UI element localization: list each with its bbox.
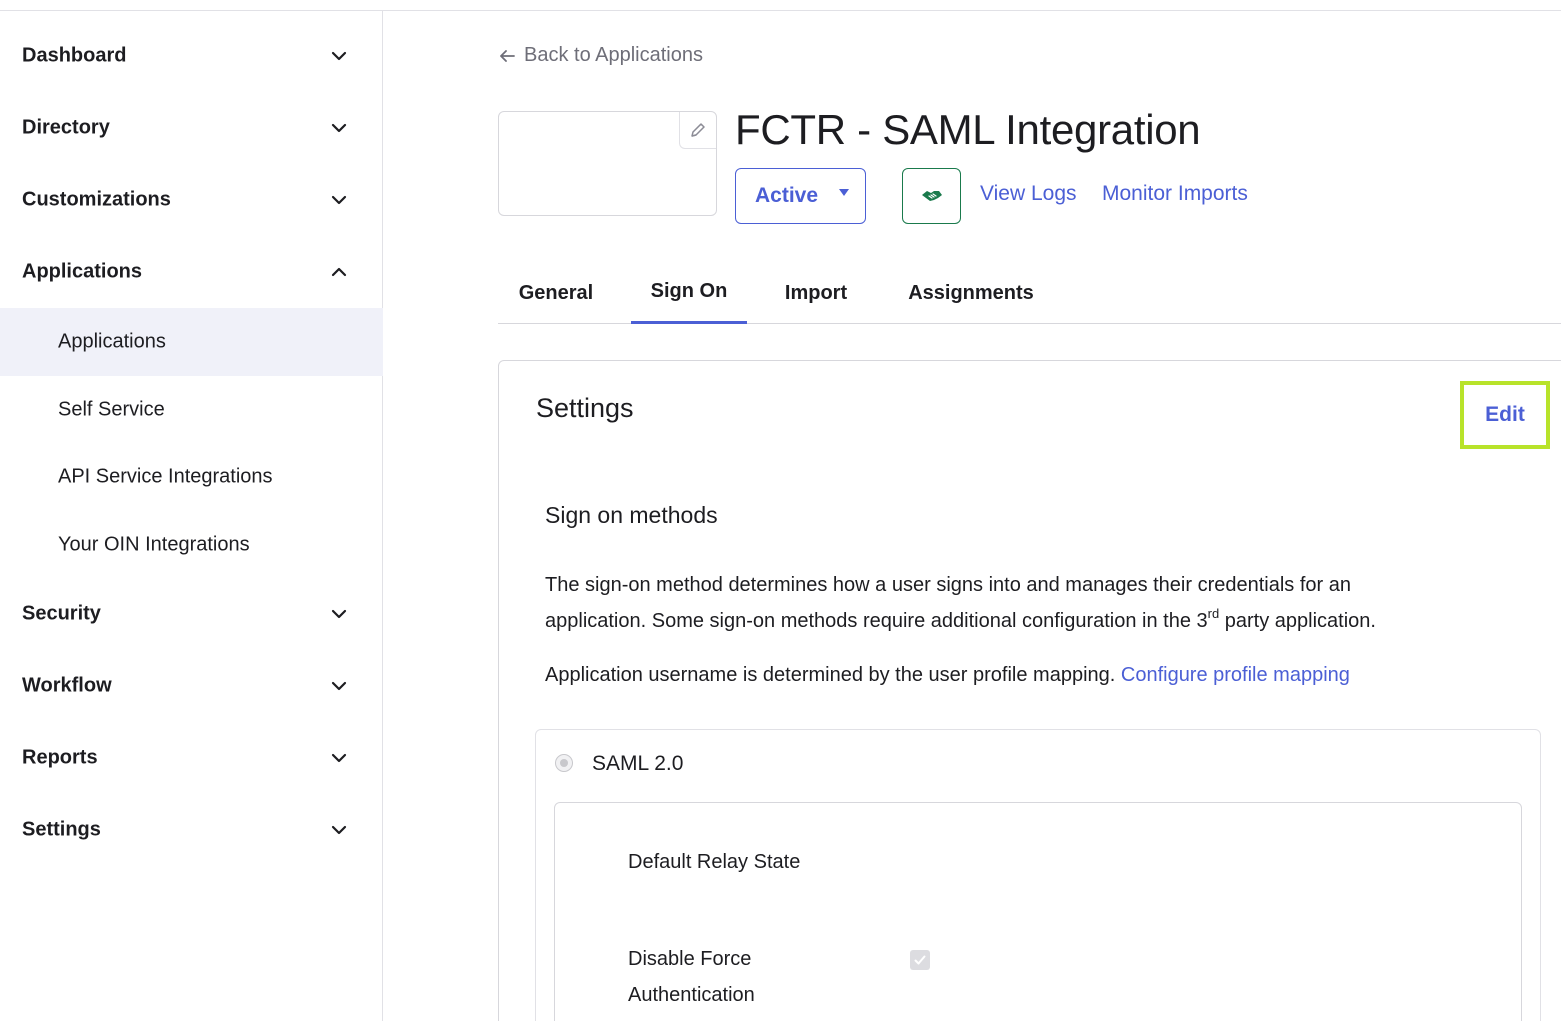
- view-logs-link[interactable]: View Logs: [980, 182, 1077, 206]
- handshake-icon: [921, 191, 942, 201]
- sidebar-subitem-oin-integrations[interactable]: Your OIN Integrations: [0, 511, 383, 579]
- tab-assignments[interactable]: Assignments: [891, 262, 1051, 324]
- sidebar-item-label: Directory: [22, 116, 110, 139]
- sidebar-item-security[interactable]: Security: [0, 578, 383, 650]
- radio-dot: [560, 759, 568, 767]
- tab-sign-on[interactable]: Sign On: [631, 262, 747, 324]
- description-text: party application.: [1219, 610, 1376, 632]
- saml-method-label: SAML 2.0: [592, 752, 684, 775]
- sidebar-item-settings[interactable]: Settings: [0, 794, 383, 866]
- configure-profile-mapping-link[interactable]: Configure profile mapping: [1121, 664, 1350, 686]
- page-title: FCTR - SAML Integration: [735, 106, 1201, 153]
- sidebar-item-label: Workflow: [22, 674, 112, 697]
- saml-radio[interactable]: [555, 754, 573, 772]
- chevron-down-icon: [331, 609, 347, 619]
- disable-force-auth-checkbox[interactable]: [910, 950, 930, 970]
- sidebar-item-customizations[interactable]: Customizations: [0, 164, 383, 236]
- chevron-down-icon: [331, 681, 347, 691]
- back-link-label: Back to Applications: [524, 44, 703, 66]
- sidebar-item-directory[interactable]: Directory: [0, 92, 383, 164]
- edit-settings-button[interactable]: Edit: [1460, 381, 1550, 449]
- sidebar-subitem-applications[interactable]: Applications: [0, 308, 383, 376]
- disable-force-auth-label-line2: Authentication: [628, 984, 755, 1006]
- chevron-down-icon: [331, 123, 347, 133]
- sidebar-item-label: Applications: [22, 260, 143, 283]
- sidebar-item-label: Settings: [22, 818, 101, 841]
- check-icon: [914, 955, 926, 965]
- username-mapping-label: Application username is determined by th…: [545, 664, 1121, 686]
- sidebar-subitem-label: API Service Integrations: [58, 465, 273, 488]
- sidebar-subitem-label: Self Service: [58, 398, 165, 421]
- disable-force-auth-label-line1: Disable Force: [628, 948, 752, 970]
- sidebar-item-applications[interactable]: Applications: [0, 236, 383, 308]
- app-logo: [498, 111, 717, 216]
- sidebar-subitem-self-service[interactable]: Self Service: [0, 376, 383, 444]
- sidebar-item-label: Reports: [22, 746, 98, 769]
- sign-on-description-line1: The sign-on method determines how a user…: [545, 574, 1352, 596]
- chevron-down-icon: [331, 51, 347, 61]
- settings-title: Settings: [536, 393, 634, 423]
- ordinal-suffix: rd: [1207, 606, 1220, 621]
- sidebar-subitem-api-service-integrations[interactable]: API Service Integrations: [0, 443, 383, 511]
- pencil-icon: [691, 123, 705, 137]
- arrow-left-icon: [500, 49, 515, 62]
- tab-import[interactable]: Import: [768, 262, 864, 324]
- caret-down-icon: [839, 189, 849, 196]
- sidebar-item-label: Dashboard: [22, 44, 127, 67]
- tab-general[interactable]: General: [498, 262, 614, 324]
- sidebar-subitem-label: Your OIN Integrations: [58, 533, 250, 556]
- chevron-down-icon: [331, 825, 347, 835]
- chevron-down-icon: [331, 195, 347, 205]
- sign-on-methods-title: Sign on methods: [545, 502, 718, 528]
- status-label: Active: [755, 184, 819, 207]
- sidebar-item-label: Security: [22, 602, 101, 625]
- sign-on-description-line2: application. Some sign-on methods requir…: [545, 603, 1376, 639]
- sidebar-item-label: Customizations: [22, 188, 171, 211]
- sidebar-item-workflow[interactable]: Workflow: [0, 650, 383, 722]
- edit-logo-button[interactable]: [679, 112, 716, 149]
- username-mapping-text: Application username is determined by th…: [545, 657, 1350, 693]
- status-dropdown-button[interactable]: Active: [735, 168, 866, 224]
- tab-bar: General Sign On Import Assignments: [498, 262, 1561, 324]
- sidebar-item-dashboard[interactable]: Dashboard: [0, 20, 383, 92]
- sidebar-item-reports[interactable]: Reports: [0, 722, 383, 794]
- chevron-up-icon: [331, 267, 347, 277]
- back-to-applications-link[interactable]: Back to Applications: [498, 44, 703, 67]
- description-text: application. Some sign-on methods requir…: [545, 610, 1208, 632]
- sidebar-subitem-label: Applications: [58, 330, 166, 353]
- chevron-down-icon: [331, 753, 347, 763]
- sidebar: Dashboard Directory Customizations Appli…: [0, 11, 383, 1021]
- push-groups-button[interactable]: [902, 168, 961, 224]
- monitor-imports-link[interactable]: Monitor Imports: [1102, 182, 1248, 206]
- default-relay-state-label: Default Relay State: [628, 851, 801, 873]
